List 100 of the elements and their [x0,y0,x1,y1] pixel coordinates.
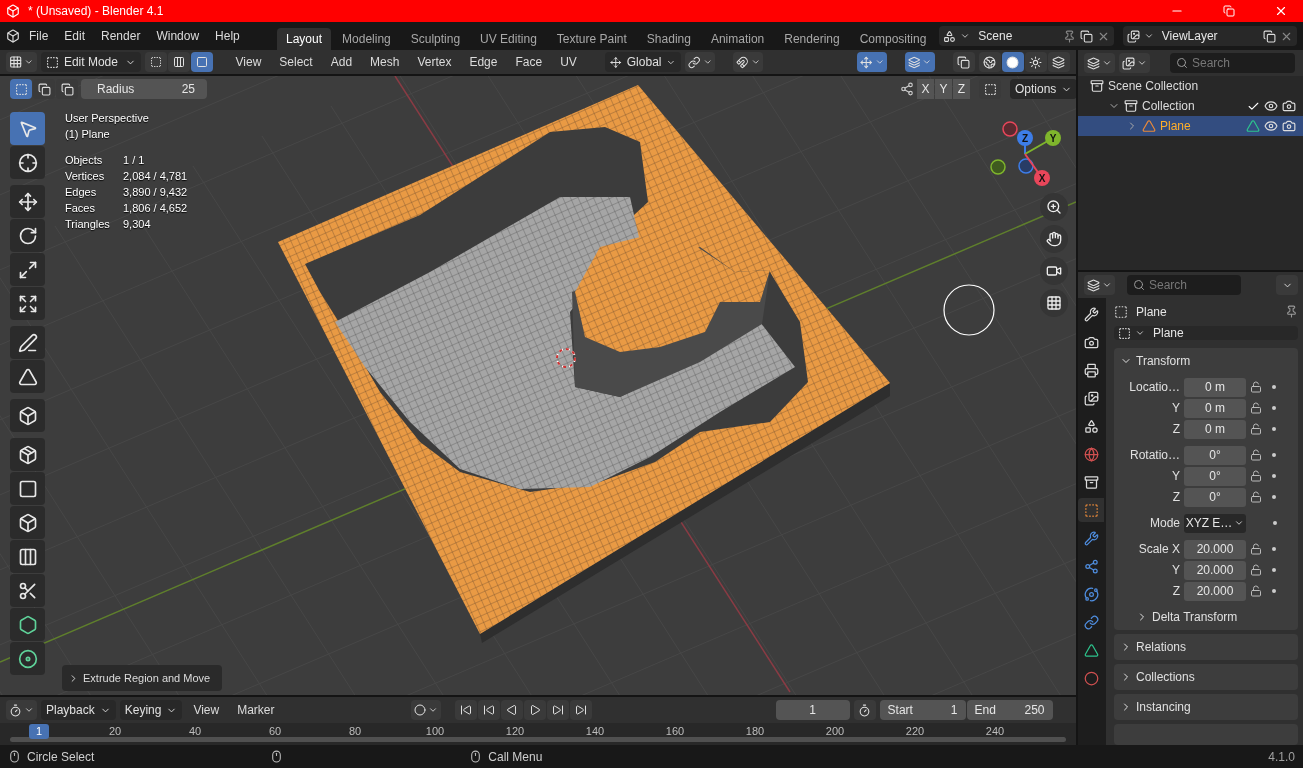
number-field[interactable]: 0° [1184,446,1246,465]
menu-item[interactable]: Select [272,52,320,72]
window-title: * (Unsaved) - Blender 4.1 [28,4,165,18]
number-field[interactable]: 20.000 [1184,582,1246,601]
panel-header[interactable]: Instancing [1114,697,1298,718]
search-field[interactable]: Search [1127,275,1241,295]
workspace-tab[interactable]: Layout [277,28,332,50]
number-field[interactable]: 0 m [1184,399,1246,418]
end-label: End [974,703,996,717]
outliner-label: Scene Collection [1108,79,1200,93]
property-label: Z [1171,584,1180,599]
frame-value: 1 [809,703,816,717]
stat-label: Triangles [65,218,111,230]
object-name: Plane [1152,326,1185,341]
workspace-tab[interactable]: Shading [637,28,700,50]
frame-tick: 160 [664,724,686,739]
outliner-row[interactable]: Collection [1078,96,1303,116]
frame-tick: 140 [584,724,606,739]
radius-field[interactable]: Radius 25 [81,79,207,99]
menu-item[interactable]: Help [208,26,247,46]
property-label: Y [1171,401,1180,416]
stat-label: Faces [65,202,96,214]
outliner-label: Collection [1142,99,1196,113]
number-field[interactable]: 0° [1184,467,1246,486]
object-name-field[interactable]: Plane [1114,325,1298,341]
axis-label: X [1038,173,1046,184]
frame-tick: 40 [187,724,203,739]
mode-dropdown[interactable]: XYZ E… [1184,514,1246,533]
menu-item[interactable]: View [186,700,227,720]
property-label: Rotatio… [1128,448,1180,463]
frame-tick: 120 [504,724,526,739]
playhead[interactable]: 1 [29,724,49,739]
start-frame-field[interactable]: Start 1 [879,700,966,720]
axis-toggle[interactable]: X [917,79,934,99]
workspace-tab[interactable]: Rendering [775,28,849,50]
menu-item[interactable]: Marker [230,700,282,720]
menu-item[interactable]: UV [553,52,584,72]
current-frame-field[interactable]: 1 [775,700,850,720]
menu-item[interactable]: Mesh [363,52,407,72]
timeline-dropdown[interactable]: Playback [41,700,116,720]
stat-value: 1 / 1 [123,154,146,166]
workspace-tab[interactable]: Sculpting [401,28,470,50]
options-dropdown[interactable]: Options [1010,79,1076,99]
workspace-tab[interactable]: Compositing [850,28,936,50]
panel-header[interactable]: Collections [1114,667,1298,688]
stat-label: Objects [65,154,104,166]
stat-label: Edges [65,186,98,198]
property-label: Z [1171,490,1180,505]
stat-value: 9,304 [123,218,152,230]
orientation-dropdown[interactable]: Global [605,52,682,72]
number-field[interactable]: 0° [1184,488,1246,507]
menu-item[interactable]: View [228,52,269,72]
property-label: Y [1171,563,1180,578]
workspace-tab[interactable]: Animation [701,28,774,50]
search-field[interactable]: Search [1170,53,1295,73]
version-label: 4.1.0 [1268,749,1295,764]
number-field[interactable]: 20.000 [1184,540,1246,559]
status-hint: Circle Select [27,749,95,764]
panel-header[interactable]: Transform [1114,351,1298,372]
property-label: Mode [1148,516,1180,531]
axis-toggle[interactable]: Z [953,79,970,99]
stat-value: 2,084 / 4,781 [123,170,188,182]
menu-item[interactable]: Vertex [410,52,459,72]
property-label: Scale X [1137,542,1180,557]
number-field[interactable]: 0 m [1184,420,1246,439]
last-operator-panel[interactable]: Extrude Region and Move [62,665,222,691]
subpanel-header[interactable]: Delta Transform [1116,607,1244,628]
timeline-dropdown[interactable]: Keying [119,700,183,720]
frame-tick: 200 [824,724,846,739]
number-field[interactable]: 0 m [1184,378,1246,397]
radius-value: 25 [181,82,195,96]
view-layer-field[interactable]: ViewLayer [1122,26,1297,46]
view-layer-name: ViewLayer [1160,29,1219,43]
number-field[interactable]: 20.000 [1184,561,1246,580]
outliner-row[interactable]: Plane [1078,116,1303,136]
menu-item[interactable]: Edge [462,52,505,72]
menu-item[interactable]: File [22,26,56,46]
axis-label: Y [1049,133,1057,144]
menu-item[interactable]: Render [94,26,148,46]
property-label: Y [1171,469,1180,484]
frame-tick: 180 [744,724,766,739]
menu-item[interactable]: Edit [57,26,93,46]
start-value: 1 [950,703,958,717]
end-frame-field[interactable]: End 250 [966,700,1053,720]
menu-item[interactable]: Add [323,52,360,72]
menu-item[interactable]: Face [508,52,550,72]
status-hint: Call Menu [488,749,543,764]
mode-dropdown[interactable]: Edit Mode [40,52,141,72]
workspace-tab[interactable]: Texture Paint [547,28,636,50]
frame-tick: 20 [107,724,123,739]
workspace-tab[interactable]: Modeling [333,28,400,50]
panel-header[interactable]: Relations [1114,637,1298,658]
viewport-info: (1) Plane [65,128,111,140]
outliner-row[interactable]: Scene Collection [1078,76,1303,96]
menu-item[interactable]: Window [149,26,207,46]
scene-field[interactable]: Scene [939,26,1114,46]
axis-toggle[interactable]: Y [935,79,952,99]
property-label: Locatio… [1128,380,1180,395]
workspace-tab[interactable]: UV Editing [471,28,546,50]
stat-label: Vertices [65,170,106,182]
